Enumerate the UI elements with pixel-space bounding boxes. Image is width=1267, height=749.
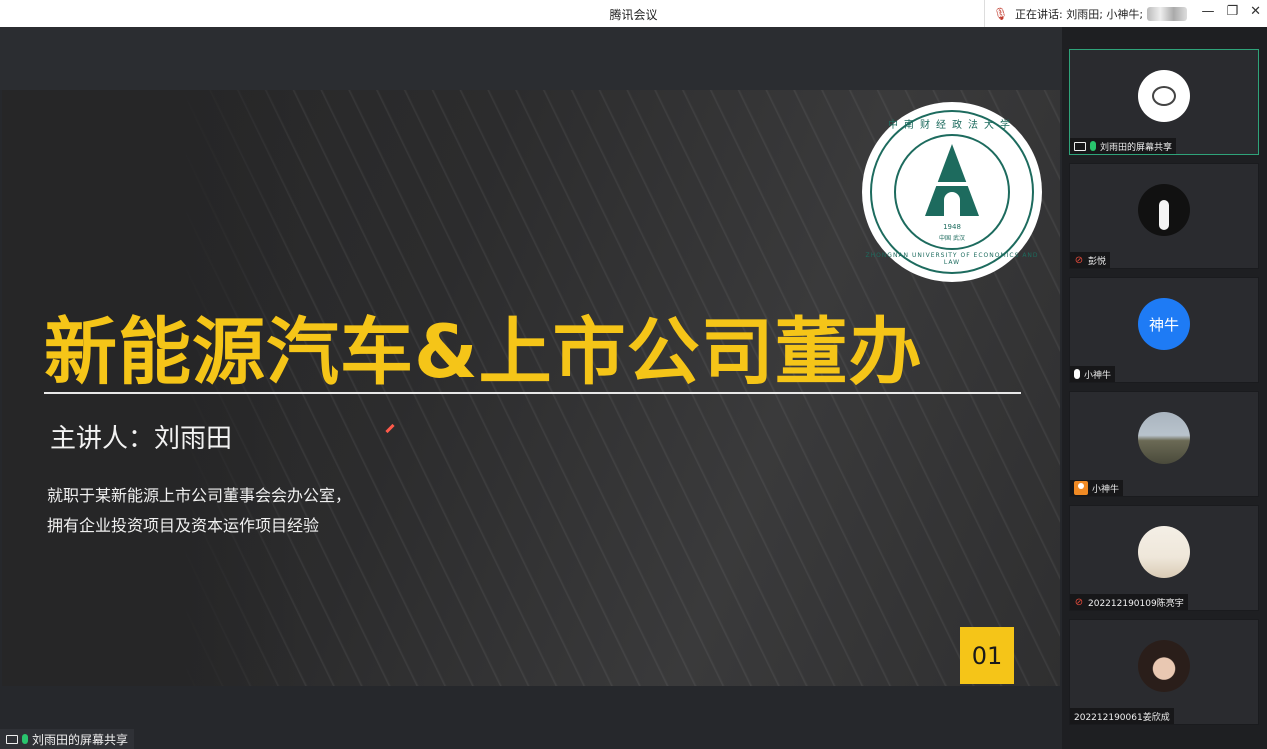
- avatar: [1138, 184, 1190, 236]
- participant-label: 小神牛: [1070, 366, 1116, 382]
- mic-icon: [1090, 141, 1096, 151]
- screen-share-icon: [1074, 141, 1086, 151]
- participant-label: 刘雨田的屏幕共享: [1070, 138, 1177, 154]
- screen-share-icon: [6, 734, 18, 744]
- mountain-avatar: [1138, 412, 1190, 464]
- slide-description-line2: 拥有企业投资项目及资本运作项目经验: [47, 516, 320, 535]
- speaking-indicator: 🎙 正在讲话: 刘雨田; 小神牛;: [984, 0, 1196, 27]
- participant-label: ⊘ 彭悦: [1070, 252, 1111, 268]
- participant-name: 彭悦: [1088, 256, 1107, 267]
- participant-name: 小神牛: [1084, 370, 1112, 381]
- slide-headline: 新能源汽车&上市公司董办: [44, 310, 923, 395]
- participant-tile[interactable]: 神牛 小神牛: [1069, 277, 1259, 383]
- participant-name: 刘雨田的屏幕共享: [1100, 142, 1173, 153]
- participants-panel: 刘雨田的屏幕共享 ⊘ 彭悦 神牛 小神牛 小神牛 ⊘ 202212190109陈…: [1062, 27, 1267, 749]
- participant-tile[interactable]: 202212190061姜欣成: [1069, 619, 1259, 725]
- logo-bar: [936, 182, 968, 186]
- title-bar: 腾讯会议 🎙 正在讲话: 刘雨田; 小神牛; — ❐ ✕: [0, 0, 1267, 27]
- minimize-button[interactable]: —: [1201, 4, 1214, 19]
- avatar: [1138, 70, 1190, 122]
- slide-speaker: 主讲人：刘雨田: [50, 424, 233, 454]
- speaking-label: 正在讲话: 刘雨田; 小神牛;: [1015, 7, 1144, 21]
- logo-year: 1948: [943, 223, 961, 231]
- participant-label: 小神牛: [1070, 480, 1124, 496]
- participant-name: 202212190061姜欣成: [1074, 712, 1170, 723]
- logo-chinese-name: 中南财经政法大学: [888, 120, 1016, 131]
- goose-avatar: [1159, 200, 1169, 230]
- university-logo: 中南财经政法大学 1948 中国 武汉 ZHONGNAN UNIVERSITY …: [862, 102, 1042, 282]
- mic-muted-icon: 🎙: [993, 6, 1009, 21]
- participant-label: 202212190061姜欣成: [1070, 708, 1174, 724]
- screen-share-area: 中南财经政法大学 1948 中国 武汉 ZHONGNAN UNIVERSITY …: [0, 27, 1062, 749]
- meeting-window: 腾讯会议 🎙 正在讲话: 刘雨田; 小神牛; — ❐ ✕ 中南财经政法大学 19…: [0, 0, 1267, 749]
- participant-tile[interactable]: ⊘ 彭悦: [1069, 163, 1259, 269]
- girl-avatar: [1138, 640, 1190, 692]
- headline-divider: [44, 392, 1021, 394]
- window-controls: — ❐ ✕: [1201, 4, 1261, 19]
- restore-button[interactable]: ❐: [1226, 4, 1238, 19]
- avatar: 神牛: [1138, 298, 1190, 350]
- camera-icon: [1152, 86, 1176, 106]
- slide-description-line1: 就职于某新能源上市公司董事会会办公室，: [47, 486, 352, 505]
- presentation-slide: 中南财经政法大学 1948 中国 武汉 ZHONGNAN UNIVERSITY …: [2, 90, 1060, 686]
- participant-tile[interactable]: 刘雨田的屏幕共享: [1069, 49, 1259, 155]
- slide-page-number: 01: [960, 627, 1014, 684]
- logo-city: 中国 武汉: [939, 235, 965, 242]
- participant-name: 小神牛: [1092, 484, 1120, 495]
- participant-tile[interactable]: 小神牛: [1069, 391, 1259, 497]
- share-top-strip: [0, 27, 1062, 90]
- anime-avatar: [1138, 526, 1190, 578]
- logo-arch: [944, 192, 960, 216]
- mic-muted-icon: ⊘: [1074, 596, 1084, 608]
- blurred-name: [1147, 6, 1188, 21]
- participant-tile[interactable]: ⊘ 202212190109陈亮宇: [1069, 505, 1259, 611]
- mic-icon: [1074, 369, 1080, 379]
- share-owner-name: 刘雨田的屏幕共享: [32, 732, 129, 747]
- close-button[interactable]: ✕: [1250, 4, 1261, 19]
- participant-name: 202212190109陈亮宇: [1088, 598, 1184, 609]
- logo-english-name: ZHONGNAN UNIVERSITY OF ECONOMICS AND LAW: [865, 252, 1039, 266]
- mic-icon: [22, 734, 28, 744]
- participant-label: ⊘ 202212190109陈亮宇: [1070, 594, 1188, 610]
- person-icon: [1074, 481, 1088, 495]
- mic-muted-icon: ⊘: [1074, 254, 1084, 266]
- share-owner-label: 刘雨田的屏幕共享: [0, 729, 135, 749]
